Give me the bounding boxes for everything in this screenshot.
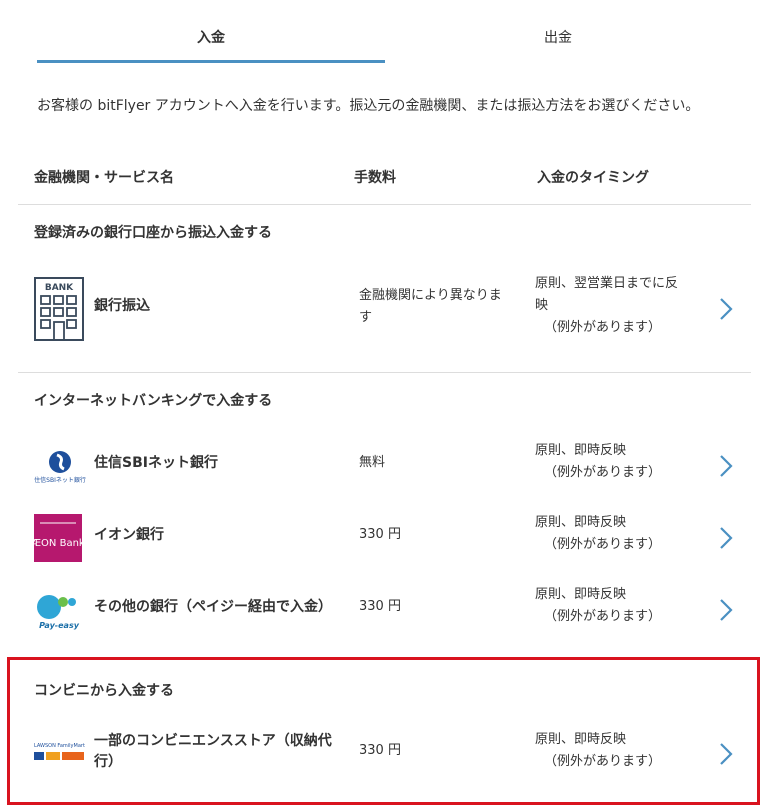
timing-text: 原則、即時反映 — [535, 587, 627, 602]
row-name: 一部のコンビニエンスストア（収納代 行） — [94, 733, 332, 770]
active-tab-indicator — [37, 60, 385, 63]
timing-note: （例外があります） — [544, 537, 662, 552]
row-fee: 330 円 — [359, 599, 401, 614]
list-item-bank-transfer[interactable]: BANK 銀行振込 金融機関により異なりま す 原則、翌営業日までに反 映 （例… — [18, 270, 751, 350]
tab-withdraw[interactable]: 出金 — [544, 27, 572, 47]
pay-easy-logo: Pay-easy — [34, 590, 84, 630]
chevron-right-icon — [720, 298, 733, 320]
row-fee: 金融機関により異なりま す — [359, 288, 502, 325]
list-item-sbi-net-bank[interactable]: 住信SBIネット銀行 住信SBIネット銀行 無料 原則、即時反映 （例外がありま… — [18, 440, 751, 490]
chevron-right-icon — [720, 599, 733, 621]
row-timing: 原則、即時反映 （例外があります） — [535, 584, 661, 628]
list-item-aeon-bank[interactable]: ÆON Bank イオン銀行 330 円 原則、即時反映 （例外があります） — [18, 512, 751, 562]
aeon-logo-text: ÆON Bank — [34, 538, 82, 549]
pay-easy-logo-text: Pay-easy — [39, 621, 80, 630]
convenience-logo-text: LAWSON FamilyMart — [34, 743, 85, 749]
bank-logo-text: BANK — [45, 283, 74, 293]
divider — [18, 204, 751, 205]
row-name: イオン銀行 — [94, 527, 164, 543]
timing-text: 原則、翌営業日までに反 映 — [535, 276, 679, 313]
row-timing: 原則、即時反映 （例外があります） — [535, 729, 661, 773]
column-header-name: 金融機関・サービス名 — [34, 170, 174, 186]
timing-text: 原則、即時反映 — [535, 515, 627, 530]
timing-note: （例外があります） — [544, 465, 662, 480]
column-header-fee: 手数料 — [354, 170, 396, 186]
chevron-right-icon — [720, 743, 733, 765]
timing-note: （例外があります） — [544, 754, 662, 769]
divider — [18, 372, 751, 373]
row-fee: 330 円 — [359, 743, 401, 758]
convenience-store-logos: LAWSON FamilyMart — [34, 740, 86, 764]
chevron-right-icon — [720, 527, 733, 549]
section-title-internet-banking: インターネットバンキングで入金する — [34, 393, 273, 409]
row-timing: 原則、即時反映 （例外があります） — [535, 512, 661, 556]
row-name: 住信SBIネット銀行 — [94, 455, 218, 471]
chevron-right-icon — [720, 455, 733, 477]
row-name: 銀行振込 — [94, 298, 150, 314]
section-title-bank-transfer: 登録済みの銀行口座から振込入金する — [34, 225, 272, 241]
intro-text: お客様の bitFlyer アカウントへ入金を行います。振込元の金融機関、または… — [37, 98, 700, 114]
timing-text: 原則、即時反映 — [535, 732, 627, 747]
sbi-logo-text: 住信SBIネット銀行 — [34, 476, 86, 484]
row-timing: 原則、翌営業日までに反 映 （例外があります） — [535, 273, 678, 339]
section-title-convenience-store: コンビニから入金する — [34, 683, 174, 699]
deposit-withdraw-tabs: 入金 出金 — [37, 0, 732, 66]
row-name: その他の銀行（ペイジー経由で入金） — [94, 599, 332, 615]
row-fee: 330 円 — [359, 527, 401, 542]
row-fee: 無料 — [359, 455, 386, 470]
tab-deposit[interactable]: 入金 — [197, 27, 225, 47]
timing-note: （例外があります） — [544, 320, 662, 335]
list-item-convenience-store[interactable]: LAWSON FamilyMart 一部のコンビニエンスストア（収納代 行） 3… — [18, 728, 751, 778]
timing-note: （例外があります） — [544, 609, 662, 624]
column-header-timing: 入金のタイミング — [537, 170, 649, 186]
row-timing: 原則、即時反映 （例外があります） — [535, 440, 661, 484]
sbi-net-bank-logo: 住信SBIネット銀行 — [34, 448, 86, 484]
list-item-pay-easy[interactable]: Pay-easy その他の銀行（ペイジー経由で入金） 330 円 原則、即時反映… — [18, 584, 751, 634]
aeon-bank-logo: ÆON Bank — [31, 514, 85, 562]
bank-building-icon: BANK — [34, 277, 84, 341]
timing-text: 原則、即時反映 — [535, 443, 627, 458]
